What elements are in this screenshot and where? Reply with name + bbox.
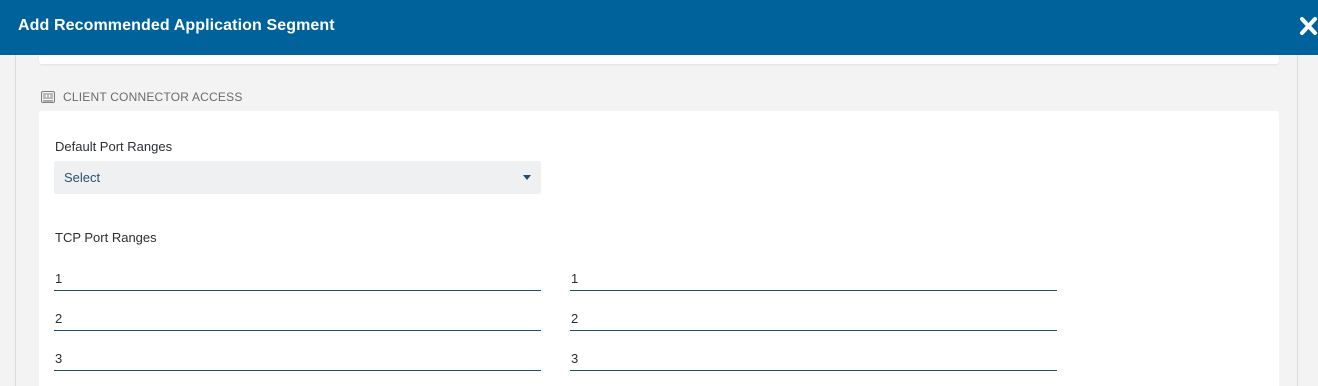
- section-heading: CLIENT CONNECTOR ACCESS: [41, 89, 243, 105]
- modal-body-left-border: [15, 55, 16, 386]
- default-port-ranges-label: Default Port Ranges: [55, 139, 173, 154]
- client-connector-icon: [41, 90, 55, 104]
- previous-section-card: [39, 55, 1279, 64]
- modal-header: Add Recommended Application Segment: [0, 0, 1318, 55]
- section-heading-label: CLIENT CONNECTOR ACCESS: [63, 90, 243, 104]
- client-connector-access-card: [39, 111, 1279, 386]
- tcp-port-range-to-input-2[interactable]: [570, 307, 1057, 331]
- tcp-port-range-to-input-3[interactable]: [570, 347, 1057, 371]
- tcp-port-range-from-input-2[interactable]: [54, 307, 541, 331]
- tcp-port-range-from-input-3[interactable]: [54, 347, 541, 371]
- close-icon[interactable]: [1298, 14, 1318, 38]
- caret-down-icon: [523, 175, 531, 180]
- modal-title: Add Recommended Application Segment: [18, 17, 335, 34]
- default-port-ranges-select-value: Select: [64, 170, 101, 185]
- tcp-port-range-to-input-1[interactable]: [570, 267, 1057, 291]
- tcp-port-range-from-input-1[interactable]: [54, 267, 541, 291]
- modal-body-right-border: [1297, 55, 1298, 386]
- default-port-ranges-select[interactable]: Select: [54, 161, 541, 194]
- tcp-port-ranges-label: TCP Port Ranges: [55, 230, 157, 245]
